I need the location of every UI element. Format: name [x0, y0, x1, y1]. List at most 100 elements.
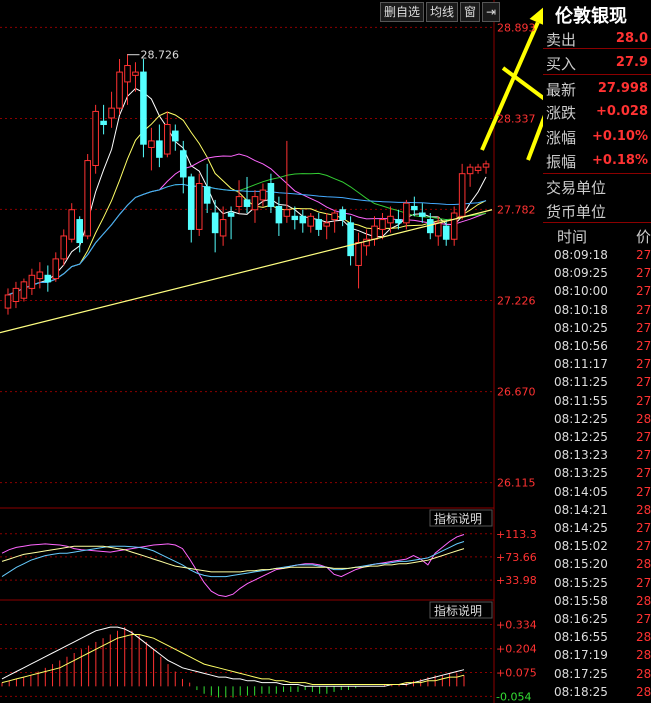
- chart-toolbar: 删自选 均线 窗 ⇥: [380, 2, 502, 22]
- tick-price: 27.: [636, 357, 651, 372]
- candle-body: [395, 219, 402, 224]
- tick-row: 08:12:25 28.: [551, 412, 651, 430]
- candle-body: [219, 219, 227, 237]
- tick-price: 28.: [636, 630, 651, 645]
- collapse-panel-icon[interactable]: ⇥: [482, 2, 501, 22]
- quote-value: +0.028: [595, 104, 648, 119]
- tick-time: 08:11:25: [554, 375, 608, 390]
- indicator-tick-label: +33.98: [496, 574, 537, 587]
- tick-time: 08:11:55: [554, 393, 608, 408]
- quote-label: 卖出: [546, 31, 577, 49]
- tick-row: 08:12:25 27.: [551, 430, 651, 448]
- quote-label: 振幅: [546, 153, 577, 171]
- candle-up: [323, 213, 330, 240]
- quote-value: +0.18%: [592, 153, 648, 168]
- candle-body: [299, 215, 307, 224]
- window-button[interactable]: 窗: [460, 2, 481, 22]
- candle-up: [108, 91, 115, 128]
- tick-price: 27.: [636, 393, 651, 408]
- candle-up: [403, 199, 410, 230]
- tick-row: 08:09:18 27.: [551, 248, 651, 266]
- candle-up: [52, 252, 60, 282]
- candle-up: [20, 278, 28, 302]
- candle-down: [395, 209, 402, 230]
- tick-price: 28.: [636, 666, 651, 681]
- candle-body: [275, 205, 283, 224]
- tick-price: 27.: [636, 539, 651, 554]
- candle-up: [36, 262, 44, 289]
- candle-down: [140, 58, 147, 158]
- tick-time: 08:10:25: [554, 320, 608, 335]
- chart-area[interactable]: 28.726 指标说明 指标说明 28.893 28.337 27.782 27.22…: [0, 0, 543, 703]
- indicator-tick-label: +0.334: [496, 619, 537, 632]
- candle-body: [60, 235, 68, 260]
- quote-label: 买入: [546, 55, 577, 73]
- candle-body: [20, 281, 28, 299]
- candle-body: [76, 219, 83, 244]
- tick-time: 08:09:25: [554, 266, 608, 281]
- candle-body: [164, 124, 171, 155]
- tick-time: 08:12:25: [554, 411, 608, 426]
- candle-down: [100, 104, 107, 135]
- candle-body: [387, 215, 394, 224]
- candle-body: [172, 130, 179, 142]
- tick-row: 08:15:02 27.: [551, 539, 651, 557]
- quote-divider: [543, 48, 651, 49]
- candle-body: [195, 183, 203, 230]
- candle-up: [371, 216, 378, 246]
- tick-time: 08:12:25: [554, 430, 608, 444]
- candle-up: [4, 288, 12, 315]
- indicator-line-1: [1, 534, 465, 598]
- tick-time: 08:16:55: [554, 630, 608, 645]
- candle-body: [450, 212, 458, 240]
- tick-row: 08:11:17 27.: [551, 357, 651, 375]
- tick-price: 27.: [636, 302, 651, 317]
- candle-body: [259, 189, 267, 201]
- candle-body: [331, 212, 338, 221]
- tick-time: 08:14:21: [554, 502, 608, 517]
- candle-body: [203, 186, 211, 204]
- candle-down: [347, 216, 354, 266]
- delete-from-watchlist-button[interactable]: 删自选: [380, 2, 425, 22]
- candle-body: [28, 274, 36, 289]
- candle-body: [235, 196, 243, 207]
- tick-row: 08:14:05 27.: [551, 485, 651, 503]
- candle-body: [419, 212, 426, 217]
- candle-up: [12, 281, 20, 309]
- tick-row: 08:10:56 27.: [551, 339, 651, 357]
- price-tick-label: 28.337: [497, 112, 536, 125]
- indicator-header-label: 指标说明: [434, 511, 482, 526]
- quote-label: 最新: [546, 81, 577, 99]
- candle-down: [44, 265, 52, 292]
- tick-price: 28.: [636, 684, 651, 699]
- candle-up: [148, 127, 155, 171]
- candle-down: [172, 124, 179, 151]
- candle-body: [379, 219, 386, 230]
- quote-divider: [543, 173, 651, 174]
- tick-price: 28.: [636, 411, 651, 426]
- candle-up: [68, 203, 76, 243]
- arrow-shaft: [526, 114, 543, 161]
- moving-average-button[interactable]: 均线: [426, 2, 459, 22]
- tick-row: 08:18:25 28.: [551, 685, 651, 703]
- tick-time: 08:14:05: [554, 484, 608, 499]
- tick-time: 08:10:18: [554, 302, 608, 317]
- ticks-header-price: 价: [636, 228, 651, 246]
- tick-time: 08:15:20: [554, 557, 608, 572]
- candle-body: [187, 176, 195, 230]
- indicator-tick-label: -0.054: [496, 690, 531, 703]
- candle-down: [299, 209, 307, 233]
- candle-up: [482, 160, 490, 174]
- candle-up: [195, 173, 203, 236]
- candle-down: [411, 196, 418, 217]
- quote-divider: [543, 74, 651, 75]
- tick-row: 08:10:00 27.: [551, 284, 651, 302]
- indicator-line-3: [1, 545, 465, 573]
- tick-price: 27.: [636, 612, 651, 626]
- tick-price: 27.: [636, 375, 651, 390]
- candle-body: [52, 258, 60, 280]
- candle-up: [251, 190, 259, 223]
- price-tick-label: 27.782: [497, 203, 536, 216]
- candle-up: [307, 213, 315, 233]
- quote-row: 最新 27.998: [546, 78, 651, 100]
